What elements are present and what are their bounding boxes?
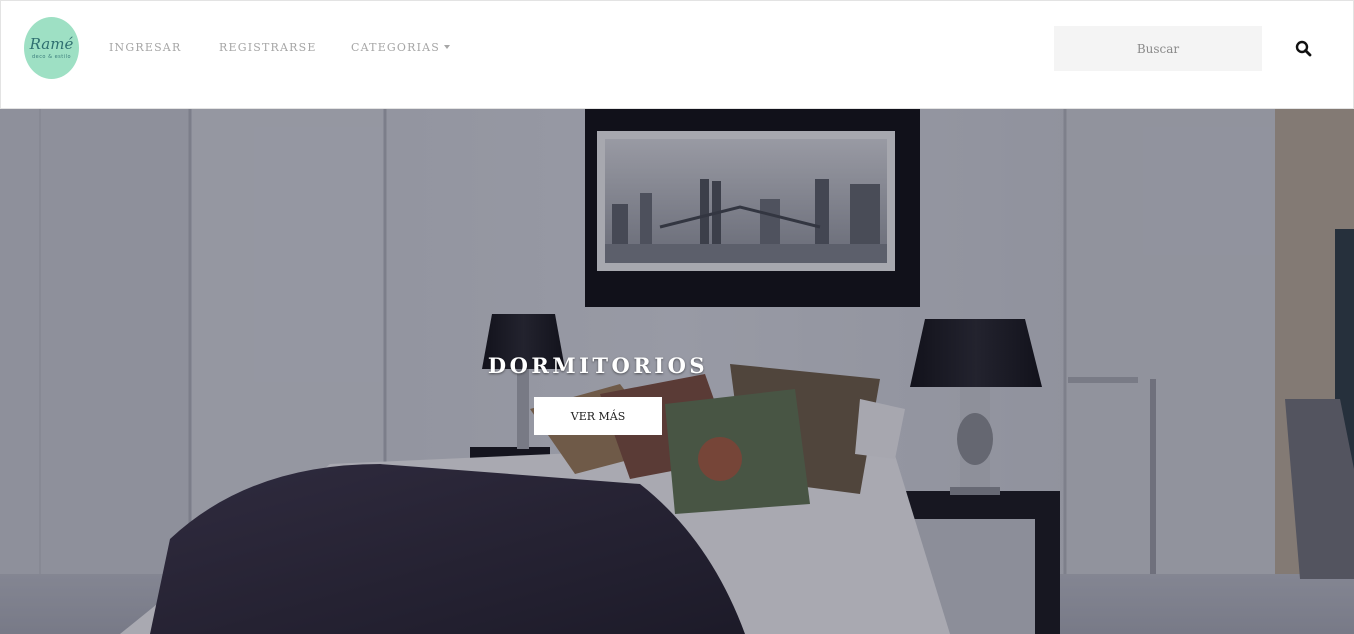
ver-mas-button[interactable]: VER MÁS xyxy=(534,397,662,435)
hero-title: DORMITORIOS xyxy=(487,353,709,378)
hero-banner: DORMITORIOS VER MÁS xyxy=(0,109,1354,634)
brand-logo[interactable]: Ramé deco & estilo xyxy=(24,17,79,79)
search-input[interactable] xyxy=(1054,26,1262,71)
nav-ingresar-link[interactable]: INGRESAR xyxy=(109,41,181,54)
nav-categorias-label: CATEGORIAS xyxy=(351,41,441,54)
caret-down-icon xyxy=(444,45,451,49)
logo-wordmark: Ramé xyxy=(29,34,74,53)
logo-tagline: deco & estilo xyxy=(31,53,72,60)
search-icon[interactable] xyxy=(1295,40,1312,57)
nav-registrarse-link[interactable]: REGISTRARSE xyxy=(219,41,317,54)
site-header: Ramé deco & estilo INGRESAR REGISTRARSE … xyxy=(0,0,1354,109)
nav-categorias-dropdown[interactable]: CATEGORIAS xyxy=(351,41,451,54)
